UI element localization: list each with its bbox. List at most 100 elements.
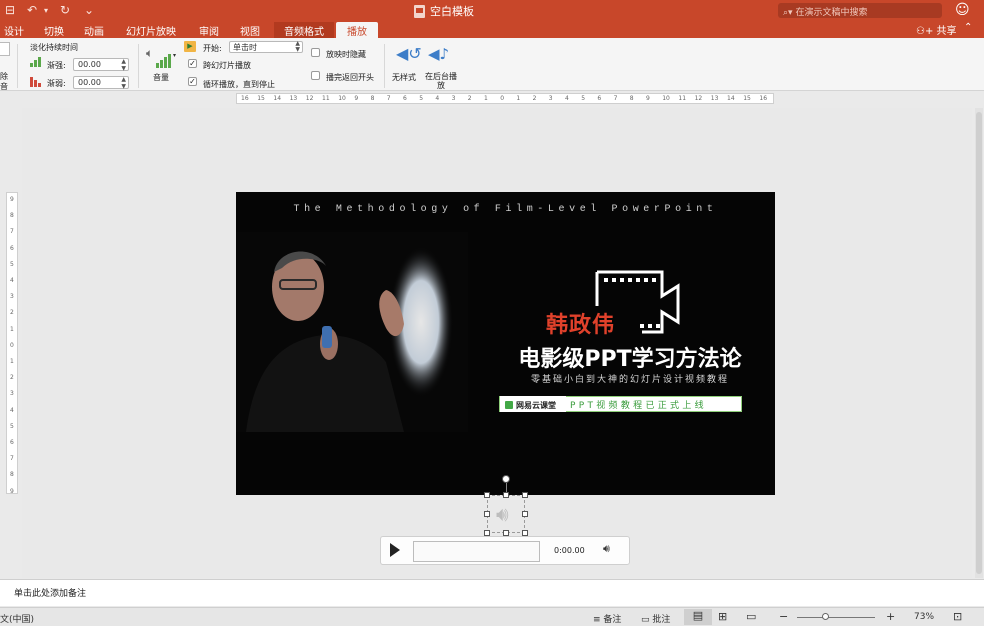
- ruler-tick-label: 9: [646, 95, 650, 102]
- loop-checkbox[interactable]: ✓: [188, 77, 197, 86]
- audio-object-selection[interactable]: 🔊︎: [487, 495, 525, 533]
- resize-handle[interactable]: [522, 511, 528, 517]
- rewind-checkbox[interactable]: [311, 71, 320, 80]
- netease-logo-icon: [505, 401, 513, 409]
- slide-sorter-icon[interactable]: ⊞: [718, 610, 727, 623]
- ruler-tick-label: 10: [662, 95, 670, 102]
- collapse-ribbon-icon[interactable]: ⌃: [964, 22, 972, 33]
- slide[interactable]: The Methodology of Film-Level PowerPoint: [236, 192, 775, 495]
- ruler-tick-label: 3: [10, 293, 14, 301]
- resize-handle[interactable]: [503, 492, 509, 498]
- brand-logo: 网易云课堂: [500, 396, 566, 412]
- ruler-tick-label: 3: [451, 95, 456, 102]
- ruler-tick-label: 8: [10, 471, 14, 479]
- chevron-down-icon: ▾: [173, 52, 177, 59]
- zoom-in-button[interactable]: +: [886, 610, 895, 623]
- undo-icon[interactable]: ↶: [27, 3, 37, 17]
- tab-animations[interactable]: 动画: [84, 22, 104, 38]
- redo-icon[interactable]: ↻: [60, 3, 70, 17]
- speaker-reset-icon: ◀︎↺: [396, 44, 422, 63]
- vertical-ruler: 9 8 7 6 5 4 3 2 1 0 1 2 3 4 5 6 7 8 9: [6, 192, 18, 494]
- ruler-tick-label: 4: [565, 95, 569, 102]
- volume-icon[interactable]: 🔊︎: [603, 542, 610, 556]
- trim-audio-icon[interactable]: [0, 42, 10, 56]
- audio-speaker-icon: 🔊︎: [496, 502, 509, 526]
- tab-view[interactable]: 视图: [240, 22, 260, 38]
- customize-quick-access-icon[interactable]: ⌄: [84, 3, 94, 17]
- group-separator: [17, 44, 18, 88]
- reading-view-icon[interactable]: ▭: [746, 610, 756, 623]
- scrollbar-thumb[interactable]: [976, 112, 982, 574]
- resize-handle[interactable]: [484, 492, 490, 498]
- ruler-tick-label: 6: [10, 244, 14, 252]
- document-title: 空白模板: [414, 3, 474, 19]
- tab-audio-format[interactable]: 音频格式: [274, 22, 334, 38]
- ruler-tick-label: 1: [10, 358, 14, 365]
- fade-out-icon: [30, 77, 41, 87]
- tab-transitions[interactable]: 切换: [44, 22, 64, 38]
- tab-playback[interactable]: 播放: [336, 22, 378, 38]
- ruler-tick-label: 0: [10, 341, 14, 349]
- ruler-tick-label: 6: [597, 95, 602, 102]
- rotation-handle[interactable]: [502, 475, 510, 483]
- ruler-tick-label: 15: [257, 95, 265, 102]
- ruler-tick-label: 7: [10, 228, 14, 236]
- trim-label-cut-2: 音: [0, 82, 8, 91]
- ruler-tick-label: 11: [322, 95, 330, 102]
- play-in-background-label: 在后台播放: [425, 72, 457, 90]
- comments-toggle-button[interactable]: ▭ 批注: [641, 612, 670, 625]
- zoom-slider-track[interactable]: [797, 617, 875, 618]
- tab-review[interactable]: 审阅: [199, 22, 219, 38]
- playback-progress-bar[interactable]: [413, 541, 540, 562]
- add-person-icon: ⚇+: [916, 26, 937, 37]
- volume-button[interactable]: 🔈︎ ▾: [146, 46, 176, 68]
- fade-out-input[interactable]: 00.00 ▲ ▼: [73, 76, 129, 90]
- tab-design[interactable]: 设计: [4, 22, 24, 38]
- language-status[interactable]: 文(中国): [0, 612, 34, 625]
- ruler-tick-label: 4: [435, 95, 440, 102]
- tab-slideshow[interactable]: 幻灯片放映: [126, 22, 176, 38]
- no-style-button[interactable]: ◀︎↺ 无样式: [390, 42, 422, 90]
- play-across-slides-checkbox[interactable]: ✓: [188, 59, 197, 68]
- search-input[interactable]: ⌕▾ 在演示文稿中搜索: [778, 3, 942, 18]
- ruler-tick-label: 14: [273, 95, 282, 102]
- rewind-label: 播完返回开头: [326, 73, 374, 82]
- ruler-tick-label: 12: [694, 95, 703, 102]
- notes-toggle-button[interactable]: ≡ 备注: [593, 612, 621, 625]
- notes-toggle-label: 备注: [603, 615, 622, 625]
- zoom-out-button[interactable]: −: [779, 610, 788, 623]
- ruler-tick-label: 7: [386, 95, 391, 102]
- ruler-tick-label: 16: [241, 95, 249, 102]
- ruler-tick-label: 2: [10, 374, 14, 382]
- fit-to-window-icon[interactable]: ⊡: [953, 610, 962, 623]
- normal-view-icon[interactable]: ▤: [684, 609, 712, 625]
- zoom-slider-thumb[interactable]: [822, 613, 829, 620]
- play-in-background-button[interactable]: ◀︎♪ 在后台播放: [422, 42, 457, 90]
- no-style-label: 无样式: [392, 73, 416, 82]
- feedback-smiley-icon[interactable]: ☺: [955, 2, 970, 18]
- fade-duration-label: 淡化持续时间: [30, 43, 78, 52]
- start-select[interactable]: 单击时 ▲ ▼: [229, 41, 303, 53]
- fade-in-input[interactable]: 00.00 ▲ ▼: [73, 58, 129, 72]
- vertical-scrollbar[interactable]: [975, 108, 983, 578]
- hide-during-show-checkbox[interactable]: [311, 48, 320, 57]
- start-play-icon: ▶: [184, 41, 196, 52]
- slide-subtitle: 零基础小白到大神的幻灯片设计视频教程: [530, 375, 729, 385]
- undo-dropdown-icon[interactable]: ▾: [44, 6, 48, 15]
- start-select-value: 单击时: [233, 43, 257, 52]
- ruler-tick-label: 5: [419, 95, 424, 102]
- save-icon[interactable]: ⊟: [5, 3, 15, 17]
- speaker-music-icon: ◀︎♪: [428, 45, 450, 63]
- spinner-arrows-icon[interactable]: ▲ ▼: [121, 76, 126, 90]
- share-button[interactable]: ⚇+ 共享: [916, 22, 957, 37]
- resize-handle[interactable]: [522, 492, 528, 498]
- play-across-slides-label: 跨幻灯片播放: [203, 61, 251, 70]
- notes-pane[interactable]: 单击此处添加备注: [0, 579, 984, 606]
- zoom-level[interactable]: 73%: [914, 612, 934, 622]
- resize-handle[interactable]: [484, 511, 490, 517]
- horizontal-ruler: 16 15 14 13 12 11 10 9 8 7 6 5 4 3 2 1 0 1 2 3 4 5 6 7 8 9 10 11 12 1…: [236, 93, 774, 104]
- ruler-tick-label: 13: [289, 95, 298, 102]
- fade-in-icon: [30, 57, 41, 67]
- spinner-arrows-icon[interactable]: ▲ ▼: [121, 58, 126, 72]
- play-button[interactable]: [390, 543, 400, 557]
